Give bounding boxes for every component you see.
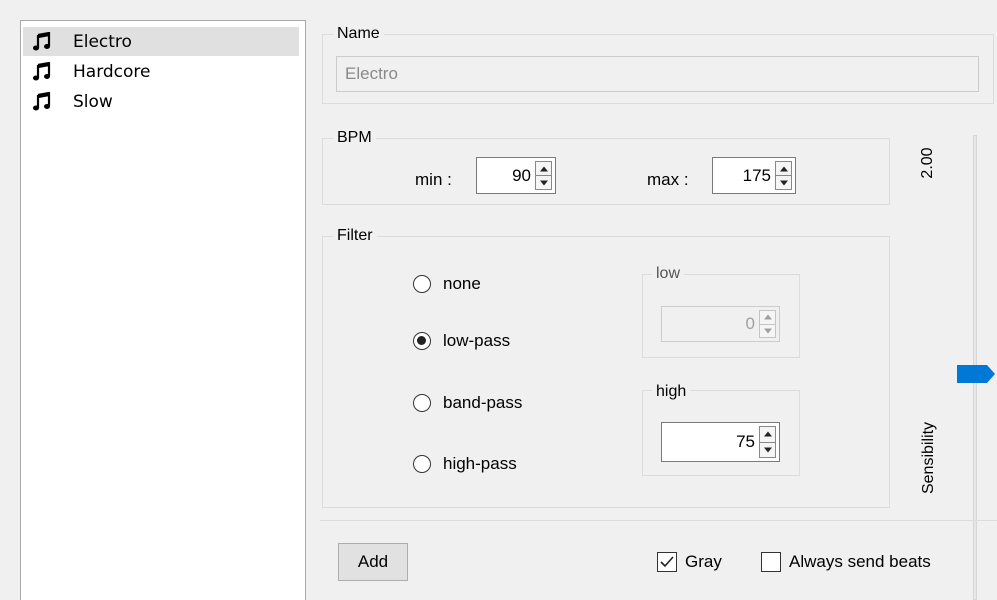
- arrow-down-icon: [539, 180, 548, 185]
- bpm-max-value: 175: [742, 165, 771, 185]
- sensibility-value: 2.00: [919, 147, 936, 179]
- filter-group-title: Filter: [333, 226, 377, 246]
- spin-up-button[interactable]: [776, 162, 791, 175]
- music-note-icon: [33, 91, 51, 110]
- spin-down-button[interactable]: [776, 175, 791, 189]
- arrow-up-icon: [763, 431, 772, 437]
- always-send-beats-checkbox[interactable]: Always send beats: [761, 552, 931, 572]
- list-item-electro[interactable]: Electro: [23, 27, 299, 56]
- gray-checkbox[interactable]: Gray: [657, 552, 722, 572]
- list-item-slow[interactable]: Slow: [23, 87, 299, 116]
- bpm-group: [322, 138, 890, 205]
- music-note-icon: [33, 31, 51, 50]
- radio-circle: [413, 275, 431, 293]
- radio-high-pass[interactable]: high-pass: [413, 454, 517, 474]
- high-group-title: high: [652, 382, 691, 402]
- bpm-max-label: max :: [647, 170, 689, 189]
- low-spinbox[interactable]: 0: [661, 306, 780, 342]
- checkbox-label: Always send beats: [789, 552, 931, 571]
- checkbox-box-checked: [657, 552, 677, 572]
- preset-list[interactable]: Electro Hardcore Slow: [20, 20, 306, 600]
- add-button[interactable]: Add: [338, 543, 408, 581]
- radio-band-pass[interactable]: band-pass: [413, 393, 522, 413]
- name-field[interactable]: Electro: [336, 56, 979, 92]
- name-group-title: Name: [333, 24, 384, 44]
- arrow-up-icon: [539, 166, 548, 171]
- spin-down-button[interactable]: [536, 175, 551, 189]
- radio-circle: [413, 455, 431, 473]
- spin-down-button[interactable]: [760, 441, 775, 458]
- spin-down-button[interactable]: [760, 323, 775, 338]
- spin-up-button[interactable]: [760, 311, 775, 324]
- high-value: 75: [736, 432, 755, 451]
- bpm-group-title: BPM: [333, 128, 376, 148]
- list-item-label: Electro: [73, 31, 132, 52]
- radio-label: high-pass: [443, 454, 517, 473]
- radio-circle: [413, 394, 431, 412]
- arrow-down-icon: [763, 328, 772, 334]
- music-note-icon: [33, 61, 51, 80]
- radio-label: none: [443, 274, 481, 293]
- check-icon: [660, 556, 674, 568]
- checkbox-box: [761, 552, 781, 572]
- low-group-title: low: [652, 264, 685, 284]
- radio-circle-checked: [413, 332, 431, 350]
- list-item-label: Hardcore: [73, 61, 151, 82]
- spin-up-button[interactable]: [760, 427, 775, 442]
- high-spinbox[interactable]: 75: [661, 422, 780, 462]
- radio-low-pass[interactable]: low-pass: [413, 331, 510, 351]
- bpm-min-label: min :: [415, 170, 452, 189]
- bpm-max-spinbox[interactable]: 175: [712, 157, 796, 194]
- filter-group: [322, 236, 890, 508]
- radio-label: low-pass: [443, 331, 511, 350]
- arrow-down-icon: [763, 447, 772, 453]
- sensibility-label: Sensibility: [920, 421, 937, 495]
- bpm-min-spinbox[interactable]: 90: [476, 157, 556, 194]
- arrow-down-icon: [779, 180, 788, 185]
- radio-none[interactable]: none: [413, 274, 481, 294]
- arrow-up-icon: [763, 314, 772, 320]
- spin-up-button[interactable]: [536, 162, 551, 175]
- sensibility-slider-handle[interactable]: [957, 363, 997, 385]
- list-item-hardcore[interactable]: Hardcore: [23, 57, 299, 86]
- list-item-label: Slow: [73, 91, 113, 112]
- arrow-up-icon: [779, 166, 788, 171]
- low-value: 0: [745, 314, 755, 333]
- radio-label: band-pass: [443, 393, 523, 412]
- footer-divider: [320, 520, 997, 521]
- bpm-min-value: 90: [512, 165, 531, 185]
- checkbox-label: Gray: [685, 552, 722, 571]
